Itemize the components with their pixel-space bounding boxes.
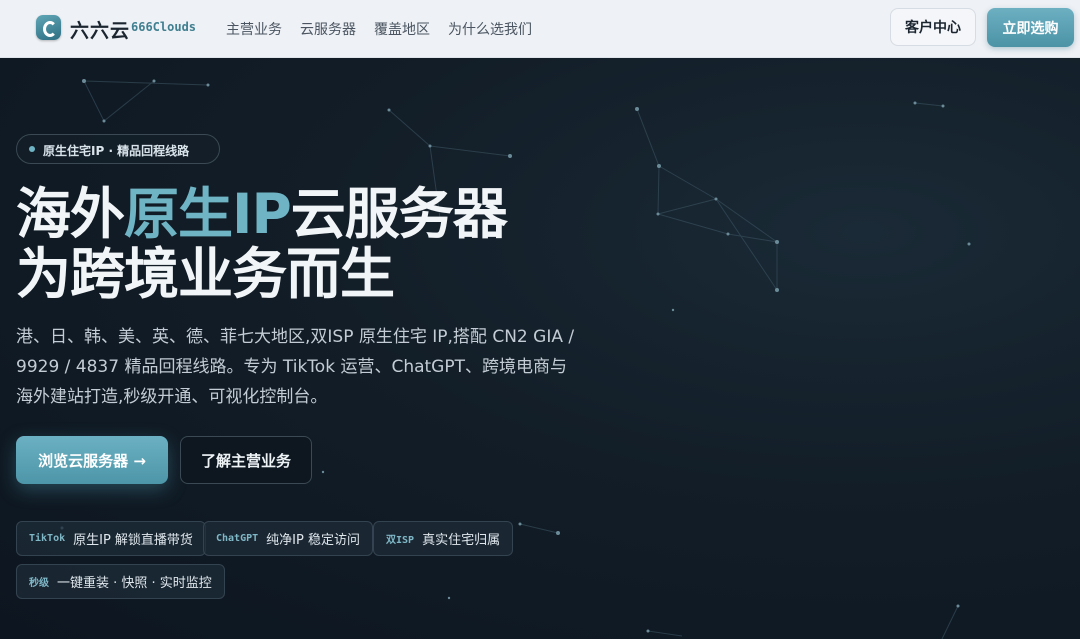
hero-badge-text: 原生住宅IP · 精品回程线路 [43, 144, 190, 158]
nav-link-cloud-servers[interactable]: 云服务器 [300, 19, 356, 39]
feature-tag-chatgpt: ChatGPT 纯净IP 稳定访问 [203, 521, 373, 556]
feature-tag-tiktok: TikTok 原生IP 解锁直播带货 [16, 521, 206, 556]
client-center-button[interactable]: 客户中心 [890, 8, 976, 46]
feature-tag-text: 原生IP 解锁直播带货 [73, 533, 193, 548]
learn-business-button[interactable]: 了解主营业务 [180, 436, 312, 484]
feature-tag-key: TikTok [29, 533, 66, 544]
feature-tag-key: ChatGPT [216, 533, 259, 544]
hero-title-prefix: 海外 [16, 182, 125, 246]
browse-servers-button[interactable]: 浏览云服务器 → [16, 436, 168, 484]
hero-title-accent: 原生IP [124, 182, 292, 246]
brand-name[interactable]: 六六云 [70, 16, 130, 43]
nav-link-why-us[interactable]: 为什么选我们 [448, 19, 532, 39]
feature-tag-text: 真实住宅归属 [422, 533, 501, 548]
feature-tag-key: 双ISP [386, 535, 415, 546]
hero-title-line1: 海外原生IP云服务器 [16, 182, 508, 246]
feature-tag-dual-isp: 双ISP 真实住宅归属 [373, 521, 514, 556]
nav-link-main-business[interactable]: 主营业务 [226, 19, 282, 39]
feature-tag-instant: 秒级 一键重装 · 快照 · 实时监控 [16, 564, 225, 599]
logo-icon[interactable] [36, 15, 61, 40]
hero-description: 港、日、韩、美、英、德、菲七大地区,双ISP 原生住宅 IP,搭配 CN2 GI… [16, 327, 575, 407]
nav-link-regions[interactable]: 覆盖地区 [374, 19, 430, 39]
feature-tag-text: 纯净IP 稳定访问 [266, 533, 360, 548]
top-navbar: 六六云 666Clouds 主营业务 云服务器 覆盖地区 为什么选我们 客户中心… [0, 0, 1080, 58]
buy-now-button[interactable]: 立即选购 [987, 8, 1074, 47]
status-dot-icon [29, 146, 35, 152]
hero-title-suffix: 云服务器 [290, 182, 508, 246]
hero-badge: 原生住宅IP · 精品回程线路 [16, 134, 220, 164]
feature-tag-text: 一键重装 · 快照 · 实时监控 [57, 576, 212, 591]
brand-subname: 666Clouds [131, 20, 197, 34]
hero-title-line2: 为跨境业务而生 [16, 242, 395, 306]
feature-tag-key: 秒级 [29, 578, 49, 589]
hero-section: 原生住宅IP · 精品回程线路 海外原生IP云服务器 为跨境业务而生 港、日、韩… [0, 58, 1080, 639]
